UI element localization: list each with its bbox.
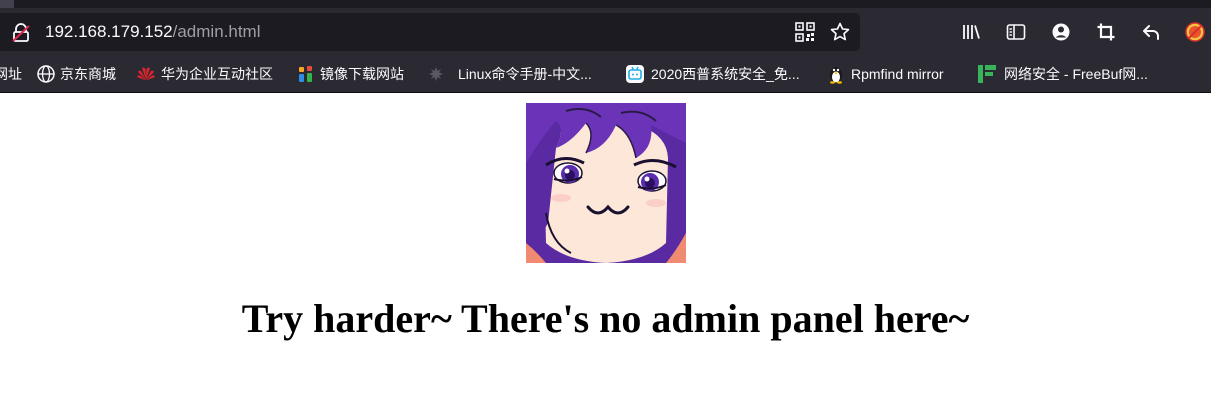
bookmark-item[interactable]: 华为企业互动社区 xyxy=(136,56,286,92)
mirror-site-icon xyxy=(299,66,312,82)
screenshot-crop-icon[interactable] xyxy=(1096,22,1116,42)
tab-edge[interactable] xyxy=(0,0,14,8)
extension-icon[interactable] xyxy=(1185,22,1205,42)
bookmark-item[interactable]: 镜像下载网站 xyxy=(296,56,416,92)
bookmark-item[interactable]: 网址 xyxy=(0,56,26,92)
bookmark-label: 网络安全 - FreeBuf网... xyxy=(1004,66,1148,82)
account-icon[interactable] xyxy=(1051,22,1071,42)
sidebar-icon[interactable] xyxy=(1006,22,1026,42)
bookmark-label: Linux命令手册-中文... xyxy=(458,66,592,82)
url-text[interactable]: 192.168.179.152/admin.html xyxy=(45,13,261,51)
page-heading: Try harder~ There's no admin panel here~ xyxy=(241,296,970,341)
tux-icon xyxy=(830,67,842,84)
back-arrow-icon[interactable] xyxy=(1141,22,1161,42)
url-bar[interactable]: 192.168.179.152/admin.html xyxy=(0,13,860,51)
bookmark-label: Rpmfind mirror xyxy=(851,66,944,82)
url-path: /admin.html xyxy=(172,22,261,41)
huawei-icon xyxy=(137,67,155,81)
insecure-connection-icon[interactable] xyxy=(10,23,32,43)
bookmark-item[interactable]: 网络安全 - FreeBuf网... xyxy=(977,56,1177,92)
bookmark-label: 2020西普系统安全_免... xyxy=(651,66,800,82)
page-content: Try harder~ There's no admin panel here~ xyxy=(0,93,1211,414)
tab-strip xyxy=(0,0,1211,8)
freebuf-icon xyxy=(978,65,996,83)
globe-icon xyxy=(37,65,55,83)
bookmark-item[interactable]: Linux命令手册-中文... xyxy=(426,56,616,92)
bookmark-label: 华为企业互动社区 xyxy=(161,66,273,82)
browser-toolbar: 192.168.179.152/admin.html xyxy=(0,8,1211,56)
bookmark-star-icon[interactable] xyxy=(830,22,850,42)
url-host: 192.168.179.152 xyxy=(45,22,173,41)
bookmark-label: 网址 xyxy=(0,66,22,82)
linux-manual-icon xyxy=(429,67,443,81)
bilibili-icon xyxy=(626,65,644,83)
bookmark-item[interactable]: 2020西普系统安全_免... xyxy=(625,56,815,92)
bookmark-item[interactable]: 京东商城 xyxy=(36,56,126,92)
bookmark-label: 镜像下载网站 xyxy=(320,66,404,82)
anime-smug-face-image xyxy=(526,103,686,263)
library-icon[interactable] xyxy=(961,22,981,42)
bookmark-label: 京东商城 xyxy=(60,66,116,82)
bookmarks-bar: 网址 京东商城 华为企业互动社区 镜像下载网站 Linux命令手册-中文... … xyxy=(0,56,1211,93)
bookmark-item[interactable]: Rpmfind mirror xyxy=(826,56,966,92)
qr-code-icon[interactable] xyxy=(795,22,815,42)
